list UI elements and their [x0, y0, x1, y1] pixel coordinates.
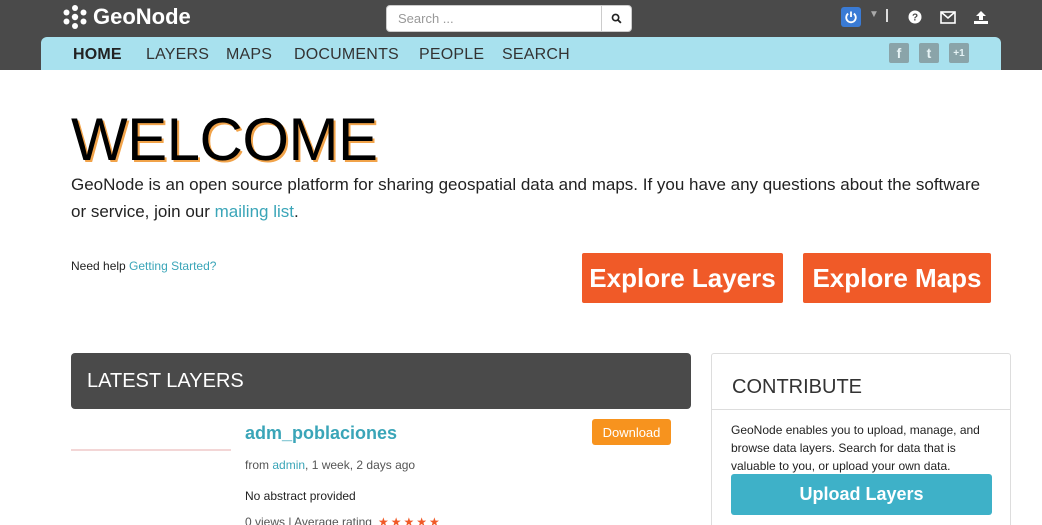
help-text: Need help — [71, 259, 130, 273]
layer-meta: from admin, 1 week, 2 days ago — [245, 458, 415, 472]
power-icon — [845, 11, 857, 24]
facebook-icon[interactable]: f — [889, 43, 909, 63]
user-menu-caret-icon[interactable]: ▼ — [869, 9, 879, 20]
nav-documents[interactable]: DOCUMENTS — [294, 46, 399, 64]
twitter-icon[interactable]: t — [919, 43, 939, 63]
search-button[interactable] — [601, 6, 631, 31]
help-icon: ? — [908, 10, 922, 24]
layer-abstract: No abstract provided — [245, 489, 356, 503]
help-line: Need help Getting Started? — [71, 259, 216, 273]
contribute-divider — [712, 409, 1010, 410]
explore-layers-button[interactable]: Explore Layers — [582, 253, 783, 303]
layer-title-link[interactable]: adm_poblaciones — [245, 423, 397, 444]
mail-icon — [940, 10, 956, 24]
mail-button[interactable] — [939, 8, 957, 26]
upload-icon — [974, 10, 988, 24]
brand-logo[interactable]: GeoNode — [62, 4, 191, 30]
meta-from: from — [245, 458, 273, 472]
nav-layers[interactable]: LAYERS — [146, 46, 209, 64]
search-input[interactable] — [387, 6, 602, 31]
meta-time: , 1 week, 2 days ago — [305, 458, 416, 472]
contribute-heading: CONTRIBUTE — [732, 376, 862, 398]
latest-layers-heading: LATEST LAYERS — [71, 353, 691, 409]
help-button[interactable]: ? — [906, 8, 924, 26]
intro-body: GeoNode is an open source platform for s… — [71, 175, 981, 221]
brand-name: GeoNode — [93, 4, 191, 29]
nav-people[interactable]: PEOPLE — [419, 46, 484, 64]
contribute-text: GeoNode enables you to upload, manage, a… — [731, 423, 980, 473]
rating-stars-icon: ★★★★★ — [377, 515, 442, 525]
nav-search[interactable]: SEARCH — [502, 46, 570, 64]
download-button[interactable]: Download — [592, 419, 671, 445]
topbar-divider — [886, 9, 888, 22]
upload-button[interactable] — [972, 8, 990, 26]
nav-home[interactable]: HOME — [73, 46, 122, 64]
main-nav: HOME LAYERS MAPS DOCUMENTS PEOPLE SEARCH… — [41, 37, 1001, 70]
intro-period: . — [293, 202, 299, 221]
layer-thumbnail[interactable] — [71, 449, 231, 451]
power-button[interactable] — [841, 7, 861, 27]
nav-maps[interactable]: MAPS — [226, 46, 272, 64]
rating-label: 0 views | Average rating — [245, 515, 372, 525]
layer-rating-row: 0 views | Average rating ★★★★★ — [245, 515, 442, 525]
search-icon — [611, 13, 622, 24]
author-link[interactable]: admin — [272, 458, 305, 472]
search-box — [386, 5, 632, 32]
contribute-panel: CONTRIBUTE GeoNode enables you to upload… — [711, 353, 1011, 525]
mailing-list-link[interactable]: mailing list — [215, 202, 294, 221]
geonode-logo-icon — [63, 5, 87, 29]
intro-text: GeoNode is an open source platform for s… — [71, 171, 981, 225]
explore-maps-button[interactable]: Explore Maps — [803, 253, 991, 303]
upload-layers-button[interactable]: Upload Layers — [731, 474, 992, 515]
page-title: WELCOME — [71, 106, 378, 173]
svg-text:?: ? — [912, 13, 918, 24]
getting-started-link[interactable]: Getting Started? — [129, 259, 216, 273]
google-plus-icon[interactable]: +1 — [949, 43, 969, 63]
